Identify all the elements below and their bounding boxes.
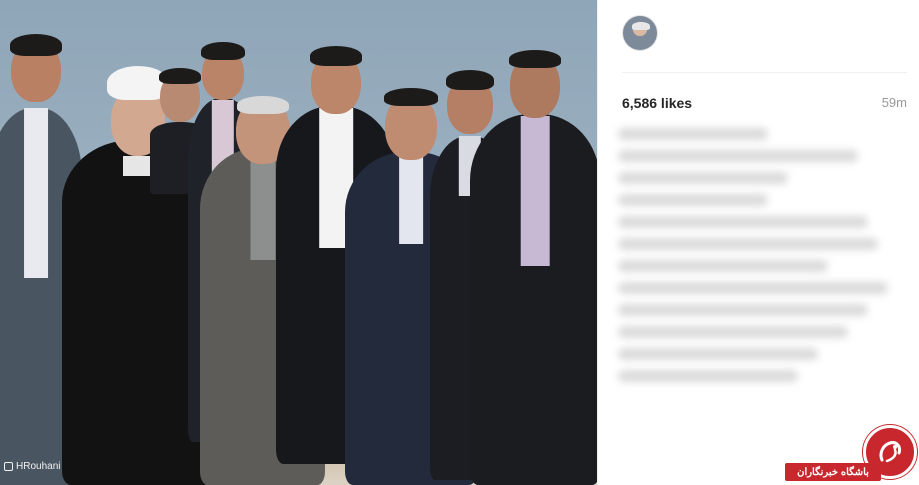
divider bbox=[622, 72, 907, 73]
blurred-caption bbox=[618, 128, 908, 392]
watermark: باشگاه خبرنگاران bbox=[782, 425, 917, 483]
photo-credit-text: HRouhani bbox=[16, 461, 61, 472]
user-tag-icon bbox=[4, 462, 13, 471]
avatar[interactable] bbox=[622, 15, 658, 51]
photo-credit: HRouhani bbox=[4, 461, 60, 472]
likes-count[interactable]: 6,586 likes bbox=[622, 95, 692, 111]
post-time[interactable]: 59m bbox=[882, 95, 907, 110]
post-photo[interactable]: HRouhani bbox=[0, 0, 597, 485]
watermark-text: باشگاه خبرنگاران bbox=[785, 463, 881, 481]
post-panel: 6,586 likes 59m bbox=[597, 0, 919, 485]
person bbox=[470, 50, 597, 485]
